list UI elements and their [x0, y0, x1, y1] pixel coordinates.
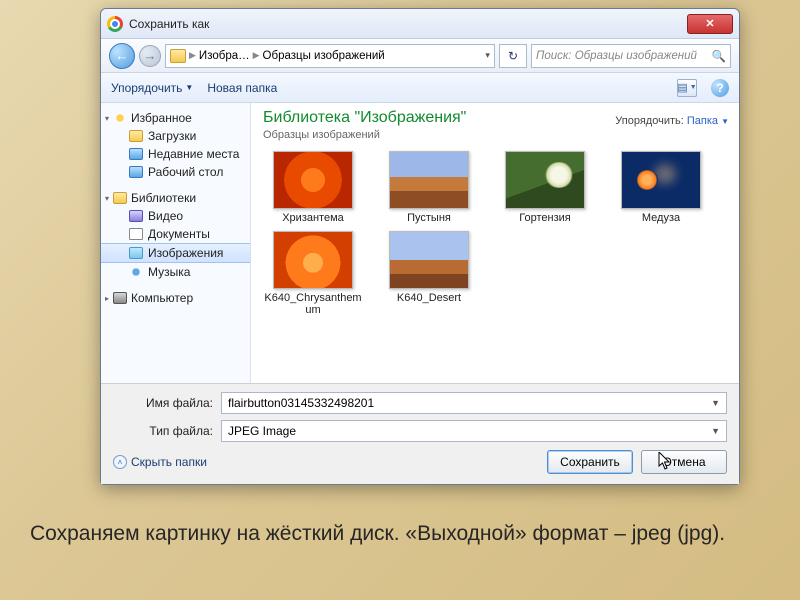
- new-folder-button[interactable]: Новая папка: [207, 81, 277, 95]
- sidebar-item-documents[interactable]: Документы: [101, 225, 250, 243]
- chevron-down-icon[interactable]: ▾: [485, 50, 490, 61]
- library-subtitle: Образцы изображений: [263, 129, 466, 141]
- filename-field[interactable]: flairbutton03145332498201▼: [221, 392, 727, 414]
- dialog-body: ▾Избранное Загрузки Недавние места Рабоч…: [101, 103, 739, 383]
- thumbnail-item[interactable]: K640_Chrysanthemum: [263, 231, 363, 317]
- chevron-down-icon: ▼: [185, 83, 193, 92]
- star-icon: [113, 112, 127, 124]
- sidebar-item-images[interactable]: Изображения: [101, 243, 250, 263]
- chevron-down-icon: ▾: [105, 114, 109, 123]
- sidebar: ▾Избранное Загрузки Недавние места Рабоч…: [101, 103, 251, 383]
- chevron-right-icon: ▶: [253, 50, 260, 61]
- computer-icon: [113, 292, 127, 304]
- chevron-right-icon: ▶: [189, 50, 196, 61]
- nav-row: ← → ▶ Изобра… ▶ Образцы изображений ▾ ↻ …: [101, 39, 739, 73]
- save-button[interactable]: Сохранить: [547, 450, 633, 474]
- sort-control[interactable]: Упорядочить: Папка ▼: [615, 115, 729, 127]
- content-pane: Библиотека "Изображения" Образцы изображ…: [251, 103, 739, 383]
- folder-icon: [129, 130, 143, 142]
- video-icon: [129, 210, 143, 222]
- titlebar[interactable]: Сохранить как ✕: [101, 9, 739, 39]
- hide-folders-toggle[interactable]: ˄Скрыть папки: [113, 455, 207, 469]
- thumbnail-image: [389, 151, 469, 209]
- sidebar-item-video[interactable]: Видео: [101, 207, 250, 225]
- toolbar: Упорядочить ▼ Новая папка ▤▼ ?: [101, 73, 739, 103]
- desktop-icon: [129, 166, 143, 178]
- help-icon[interactable]: ?: [711, 79, 729, 97]
- refresh-button[interactable]: ↻: [499, 44, 527, 68]
- close-button[interactable]: ✕: [687, 14, 733, 34]
- chevron-right-icon: ▸: [105, 294, 109, 303]
- dialog-title: Сохранить как: [129, 17, 209, 31]
- breadcrumb[interactable]: ▶ Изобра… ▶ Образцы изображений ▾: [165, 44, 495, 68]
- sidebar-libraries[interactable]: ▾Библиотеки: [101, 189, 250, 207]
- nav-back-button[interactable]: ←: [109, 43, 135, 69]
- sidebar-computer[interactable]: ▸Компьютер: [101, 289, 250, 307]
- thumbnail-image: [273, 231, 353, 289]
- chevron-up-icon: ˄: [113, 455, 127, 469]
- chrome-icon: [107, 16, 123, 32]
- thumbnail-image: [389, 231, 469, 289]
- nav-forward-button[interactable]: →: [139, 45, 161, 67]
- sidebar-item-recent[interactable]: Недавние места: [101, 145, 250, 163]
- sidebar-item-music[interactable]: Музыка: [101, 263, 250, 281]
- thumbnail-image: [273, 151, 353, 209]
- breadcrumb-seg1[interactable]: Изобра…: [199, 50, 250, 62]
- bottom-panel: Имя файла: flairbutton03145332498201▼ Ти…: [101, 383, 739, 484]
- chevron-down-icon: ▼: [721, 117, 729, 126]
- thumbnail-image: [621, 151, 701, 209]
- organize-menu[interactable]: Упорядочить ▼: [111, 81, 193, 95]
- filetype-label: Тип файла:: [113, 424, 213, 438]
- search-icon: 🔍: [712, 49, 726, 63]
- filename-label: Имя файла:: [113, 396, 213, 410]
- breadcrumb-seg2[interactable]: Образцы изображений: [263, 50, 385, 62]
- save-as-dialog: Сохранить как ✕ ← → ▶ Изобра… ▶ Образцы …: [100, 8, 740, 485]
- sidebar-favorites[interactable]: ▾Избранное: [101, 109, 250, 127]
- thumbnail-item[interactable]: Гортензия: [495, 151, 595, 225]
- music-icon: [129, 266, 143, 278]
- thumbnail-image: [505, 151, 585, 209]
- filetype-field[interactable]: JPEG Image▼: [221, 420, 727, 442]
- images-icon: [129, 247, 143, 259]
- search-placeholder: Поиск: Образцы изображений: [536, 50, 697, 62]
- thumbnail-item[interactable]: Медуза: [611, 151, 711, 225]
- sidebar-item-desktop[interactable]: Рабочий стол: [101, 163, 250, 181]
- sidebar-item-downloads[interactable]: Загрузки: [101, 127, 250, 145]
- thumbnail-item[interactable]: Пустыня: [379, 151, 479, 225]
- view-mode-button[interactable]: ▤▼: [677, 79, 697, 97]
- chevron-down-icon: ▾: [105, 194, 109, 203]
- cancel-button[interactable]: Отмена: [641, 450, 727, 474]
- libraries-icon: [113, 192, 127, 204]
- slide-caption: Сохраняем картинку на жёсткий диск. «Вых…: [30, 520, 770, 548]
- chevron-down-icon[interactable]: ▼: [711, 398, 720, 408]
- thumbnail-item[interactable]: Хризантема: [263, 151, 363, 225]
- thumbnail-item[interactable]: K640_Desert: [379, 231, 479, 317]
- thumbnail-grid: Хризантема Пустыня Гортензия Медуза K640…: [263, 151, 729, 317]
- folder-icon: [170, 49, 186, 63]
- recent-icon: [129, 148, 143, 160]
- search-input[interactable]: Поиск: Образцы изображений 🔍: [531, 44, 731, 68]
- document-icon: [129, 228, 143, 240]
- chevron-down-icon[interactable]: ▼: [711, 426, 720, 436]
- library-title: Библиотека "Изображения": [263, 109, 466, 127]
